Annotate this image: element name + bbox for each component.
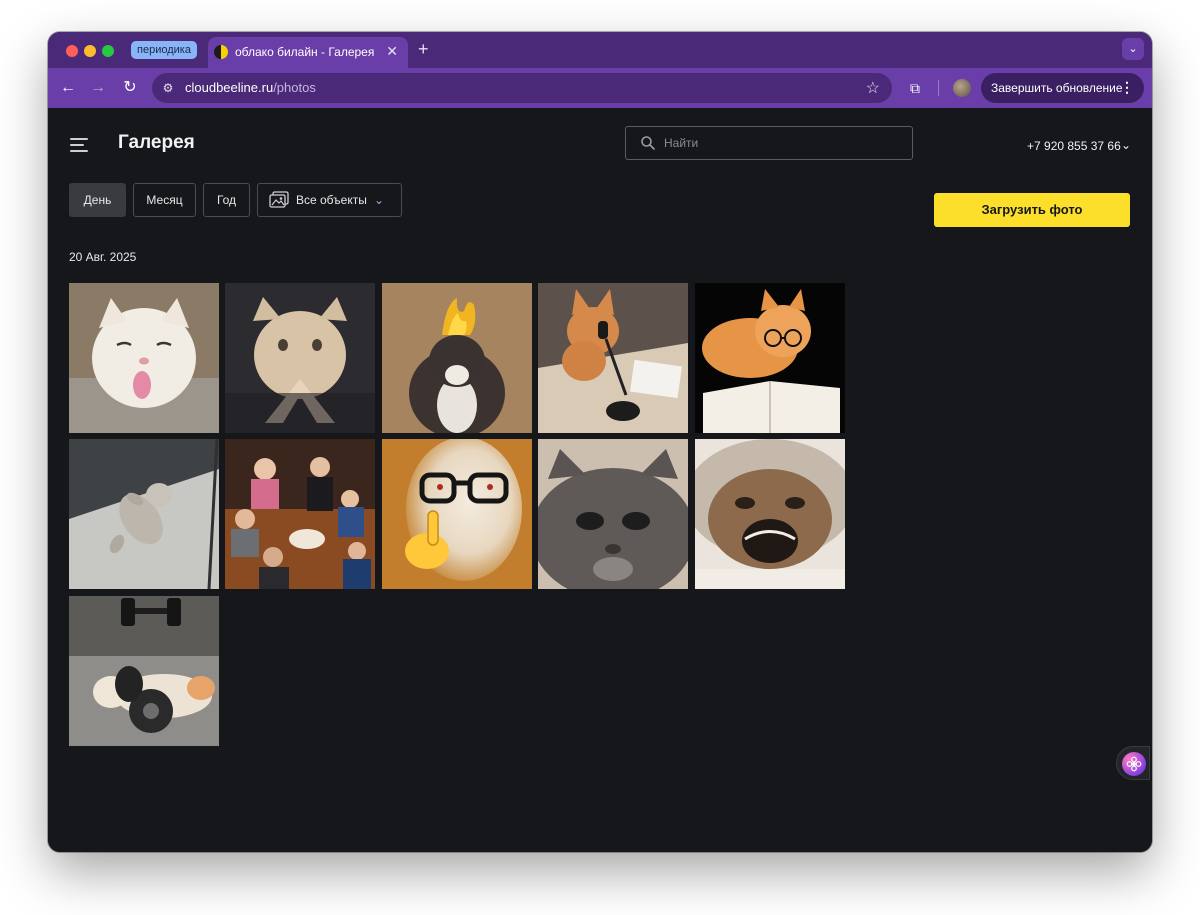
extensions-puzzle-icon[interactable]: ⧉ [904, 77, 926, 99]
photo-thumbnail[interactable] [69, 283, 219, 433]
chevron-down-icon: ⌄ [374, 193, 385, 207]
photo-thumbnail[interactable] [382, 283, 532, 433]
tab-group-chip[interactable]: периодика [131, 41, 197, 59]
filter-year-button[interactable]: Год [203, 183, 250, 217]
photo-thumbnail[interactable] [695, 283, 845, 433]
window-maximize-button[interactable] [102, 45, 114, 57]
page-title: Галерея [118, 132, 195, 153]
bookmark-star-icon[interactable]: ☆ [866, 78, 880, 98]
filter-month-button[interactable]: Месяц [133, 183, 196, 217]
tab-strip: периодика облако билайн - Галерея ✕ + ⌄ [48, 32, 1152, 68]
photo-thumbnail[interactable] [538, 283, 688, 433]
upload-photo-button[interactable]: Загрузить фото [934, 193, 1130, 227]
date-group-label: 20 Авг. 2025 [69, 250, 137, 264]
new-tab-button[interactable]: + [418, 39, 429, 59]
browser-toolbar: ← → ↻ ⚙ cloudbeeline.ru/photos ☆ ⧉ Завер… [48, 68, 1152, 108]
profile-avatar[interactable] [953, 79, 971, 97]
ai-assistant-icon [1122, 752, 1146, 776]
photo-thumbnail[interactable] [382, 439, 532, 589]
photo-thumbnail[interactable] [69, 439, 219, 589]
tab-search-button[interactable]: ⌄ [1122, 38, 1144, 60]
more-menu-icon[interactable]: ⋮ [1120, 79, 1134, 96]
address-bar[interactable]: ⚙ cloudbeeline.ru/photos ☆ [152, 73, 892, 103]
browser-window: периодика облако билайн - Галерея ✕ + ⌄ … [48, 32, 1152, 852]
finish-update-button[interactable]: Завершить обновление ⋮ [981, 73, 1144, 103]
filter-day-button[interactable]: День [69, 183, 126, 217]
search-icon [641, 136, 655, 150]
back-arrow-icon[interactable]: ← [56, 76, 80, 100]
image-stack-icon [269, 191, 289, 208]
photo-thumbnail[interactable] [695, 439, 845, 589]
all-objects-label: Все объекты [296, 193, 367, 207]
reload-icon[interactable]: ↻ [118, 76, 142, 100]
ai-assistant-button[interactable] [1116, 746, 1150, 780]
window-minimize-button[interactable] [84, 45, 96, 57]
photo-thumbnail[interactable] [225, 439, 375, 589]
forward-arrow-icon[interactable]: → [86, 76, 110, 100]
photo-thumbnail[interactable] [538, 439, 688, 589]
beeline-favicon-icon [214, 45, 228, 59]
finish-update-label: Завершить обновление [991, 81, 1123, 95]
active-tab[interactable]: облако билайн - Галерея ✕ [208, 37, 408, 68]
photo-thumbnail[interactable] [225, 283, 375, 433]
url-host: cloudbeeline.ru [185, 80, 274, 95]
window-close-button[interactable] [66, 45, 78, 57]
hamburger-menu-icon[interactable] [70, 138, 88, 152]
chevron-down-icon[interactable]: ⌄ [1121, 138, 1131, 152]
photo-thumbnail[interactable] [69, 596, 219, 746]
site-settings-icon[interactable]: ⚙ [160, 80, 176, 96]
search-box[interactable] [625, 126, 913, 160]
search-input[interactable] [664, 133, 904, 153]
tab-close-icon[interactable]: ✕ [386, 43, 398, 59]
toolbar-divider [938, 80, 939, 96]
url-path: /photos [273, 80, 316, 95]
url-text[interactable]: cloudbeeline.ru/photos [185, 80, 316, 95]
gallery-page: Галерея +7 920 855 37 66 ⌄ День Месяц Го… [48, 108, 1152, 852]
account-phone[interactable]: +7 920 855 37 66 [1027, 139, 1121, 153]
all-objects-dropdown[interactable]: Все объекты ⌄ [257, 183, 402, 217]
tab-title: облако билайн - Галерея [235, 45, 375, 59]
